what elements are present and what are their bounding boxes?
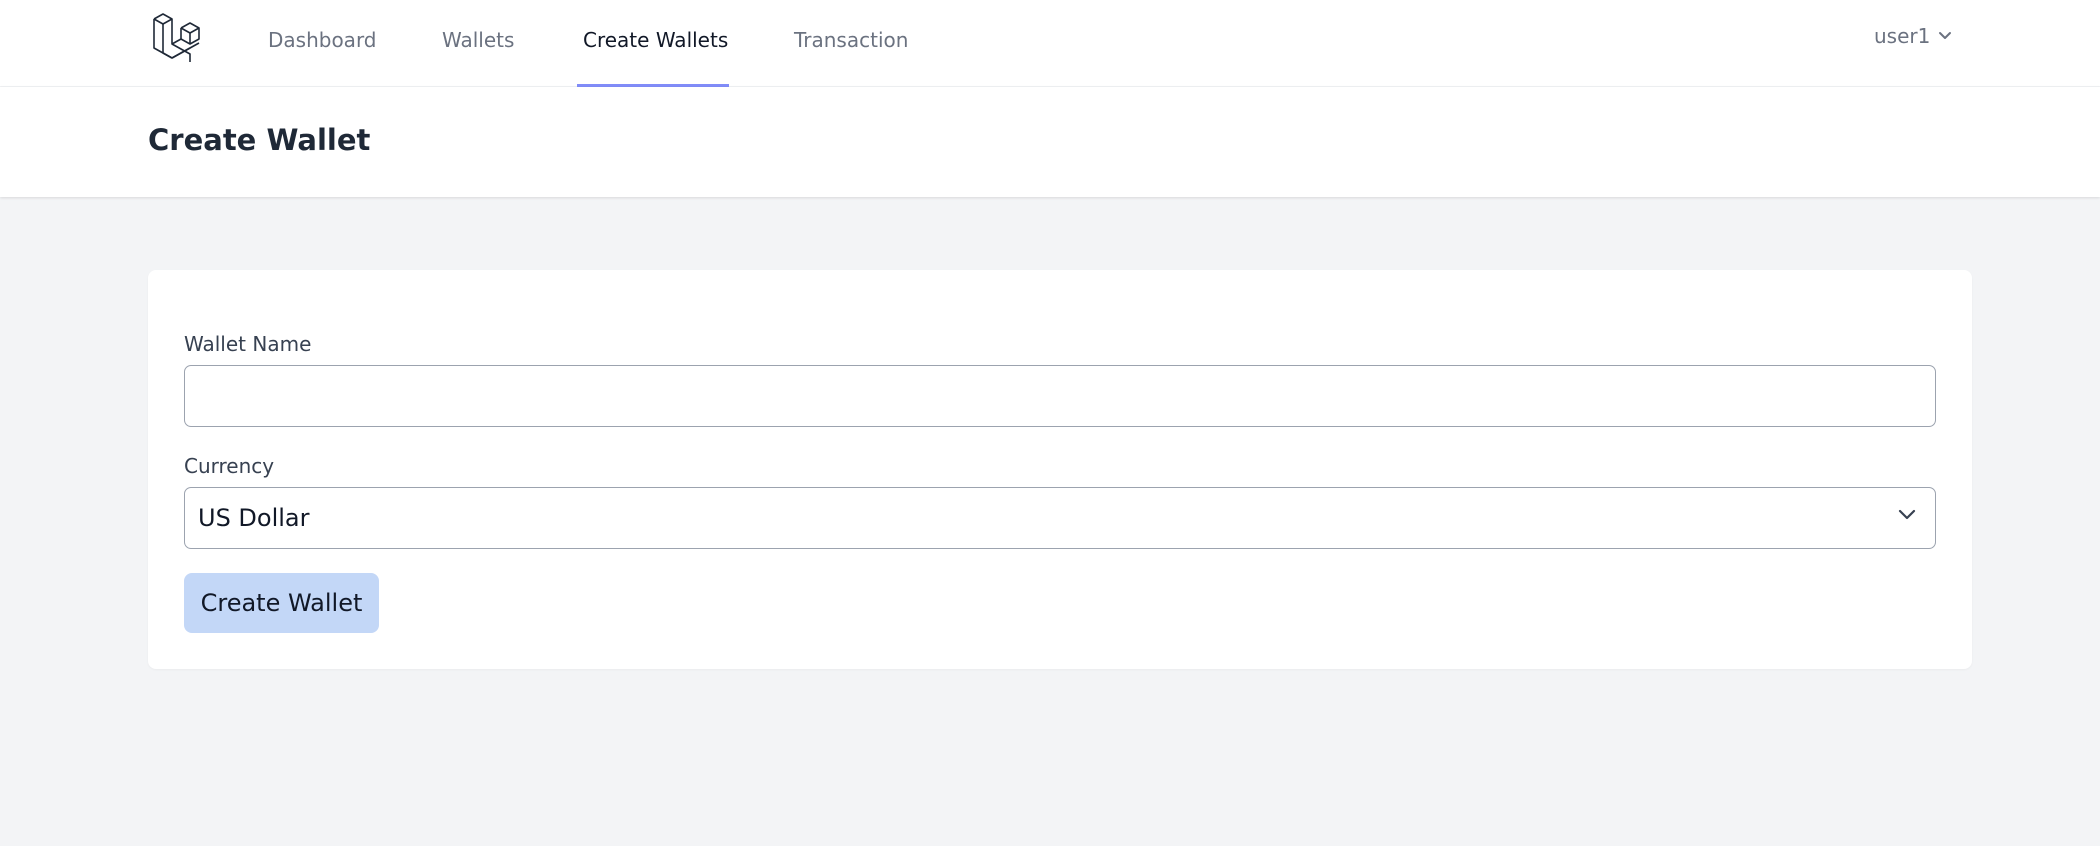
chevron-down-icon [1939, 32, 1952, 39]
nav-wallets[interactable]: Wallets [442, 0, 514, 87]
nav-dashboard-label: Dashboard [268, 27, 377, 52]
page-title: Create Wallet [148, 123, 371, 157]
currency-select[interactable]: US Dollar [184, 487, 1936, 549]
nav-create-wallets[interactable]: Create Wallets [583, 0, 728, 87]
top-navigation: Dashboard Wallets Create Wallets Transac… [0, 0, 2100, 87]
nav-dashboard[interactable]: Dashboard [268, 0, 377, 87]
wallet-name-input[interactable] [184, 365, 1936, 427]
currency-label: Currency [184, 454, 275, 478]
wallet-name-label: Wallet Name [184, 332, 312, 356]
page-header: Create Wallet [0, 87, 2100, 197]
user-name: user1 [1874, 24, 1931, 48]
nav-wallets-label: Wallets [442, 27, 515, 52]
chevron-down-icon [1898, 509, 1916, 520]
user-dropdown[interactable]: user1 [1874, 24, 1952, 48]
nav-transaction-label: Transaction [794, 27, 909, 52]
create-wallet-card: Wallet Name Currency US Dollar Create Wa… [148, 270, 1972, 669]
nav-create-wallets-label: Create Wallets [583, 27, 729, 52]
create-wallet-button[interactable]: Create Wallet [184, 573, 379, 633]
laravel-logo-icon[interactable] [151, 13, 203, 63]
currency-selected-value: US Dollar [198, 504, 310, 532]
nav-transaction[interactable]: Transaction [794, 0, 908, 87]
